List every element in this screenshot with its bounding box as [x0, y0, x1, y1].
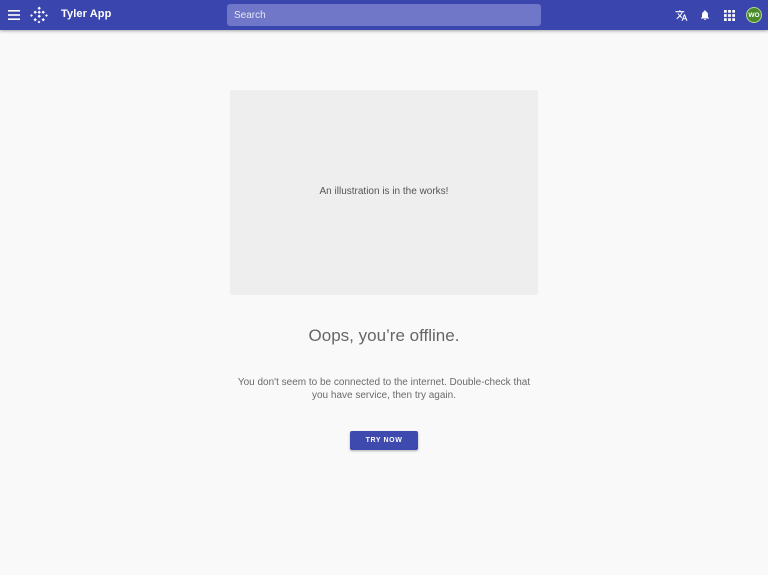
translate-icon	[675, 9, 687, 21]
search-box[interactable]	[227, 4, 541, 26]
app-bar: Tyler App WO	[0, 0, 768, 30]
apps-button[interactable]	[720, 6, 738, 24]
user-avatar[interactable]: WO	[746, 7, 762, 23]
menu-icon	[8, 10, 20, 20]
search-input[interactable]	[227, 4, 541, 26]
offline-headline: Oops, you’re offline.	[308, 326, 460, 345]
translate-button[interactable]	[672, 6, 690, 24]
notifications-button[interactable]	[696, 6, 714, 24]
tyler-logo-icon	[30, 6, 48, 24]
illustration-placeholder: An illustration is in the works!	[230, 90, 538, 295]
illustration-placeholder-text: An illustration is in the works!	[319, 185, 449, 197]
appbar-actions: WO	[672, 6, 762, 24]
try-now-button[interactable]: TRY NOW	[350, 431, 418, 450]
apps-grid-icon	[723, 9, 735, 21]
bell-icon	[701, 10, 709, 20]
menu-button[interactable]	[6, 6, 22, 24]
offline-message: You don't seem to be connected to the in…	[237, 377, 531, 401]
app-title: Tyler App	[61, 8, 112, 20]
